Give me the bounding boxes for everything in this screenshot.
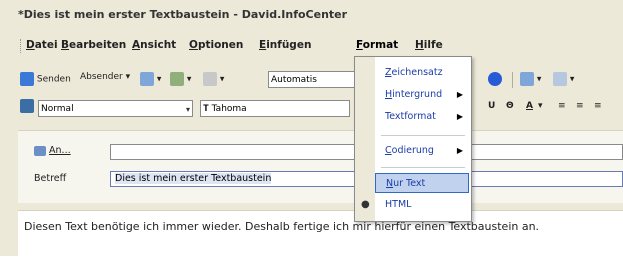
table-button[interactable]: ▾: [553, 72, 574, 86]
style-icon-wrap: [20, 99, 34, 113]
align-right-button[interactable]: ≡: [594, 101, 602, 111]
format-menu-dropdown: Zeichensatz Hintergrund ▶ Textformat ▶ C…: [354, 56, 472, 222]
menu-item-textformat[interactable]: Textformat ▶: [375, 107, 469, 127]
checked-bullet-icon: ●: [361, 199, 370, 210]
style-icon: [20, 99, 34, 113]
menu-item-html[interactable]: HTML: [375, 195, 469, 215]
menu-ansicht[interactable]: Ansicht: [132, 39, 176, 51]
window-title: *Dies ist mein erster Textbaustein - Dav…: [18, 8, 348, 21]
menu-bearbeiten[interactable]: Bearbeiten: [61, 39, 126, 51]
menu-hilfe[interactable]: Hilfe: [415, 39, 443, 51]
chevron-down-icon: ▾: [185, 105, 190, 114]
menu-optionen[interactable]: Optionen: [189, 39, 243, 51]
message-body[interactable]: Diesen Text benötige ich immer wieder. D…: [18, 210, 623, 257]
priority-button[interactable]: ▾: [203, 72, 224, 86]
sender-label: Absender: [80, 72, 123, 82]
attach-icon: [140, 72, 154, 86]
menu-item-label: Zeichensatz: [385, 67, 443, 78]
underline-button[interactable]: U: [488, 101, 495, 111]
menu-item-label: Textformat: [385, 111, 436, 122]
align-center-button[interactable]: ≡: [576, 101, 584, 111]
align-left-button[interactable]: ≡: [558, 101, 566, 111]
toolbar-separator: [512, 72, 513, 88]
spellcheck-icon: [170, 72, 184, 86]
menu-item-label: HTML: [385, 199, 412, 210]
menu-format[interactable]: Format: [356, 39, 398, 51]
font-icon: 𝐓: [203, 104, 212, 114]
menu-einfuegen[interactable]: Einfügen: [259, 39, 311, 51]
send-icon: [20, 72, 34, 86]
sender-button[interactable]: Absender ▾: [80, 72, 130, 82]
format-toolbar: Normal ▾ 𝐓 Tahoma U Θ A ▾ ≡ ≡ ≡: [18, 98, 623, 120]
menu-item-codierung[interactable]: Codierung ▶: [375, 141, 469, 161]
menubar: Datei Bearbeiten Ansicht Optionen Einfüg…: [0, 36, 623, 56]
menu-item-label: Hintergrund: [385, 89, 443, 100]
menu-item-label: Nur Text: [386, 178, 426, 189]
menu-item-zeichensatz[interactable]: Zeichensatz: [375, 63, 469, 83]
help-icon: [488, 72, 502, 86]
help-button[interactable]: [488, 72, 502, 86]
menu-separator: [381, 167, 465, 168]
table-icon: [553, 72, 567, 86]
menu-item-nur-text[interactable]: Nur Text: [375, 173, 469, 193]
strike-button[interactable]: Θ: [506, 101, 514, 111]
auto-select[interactable]: Automatis: [268, 71, 358, 88]
menu-separator: [381, 135, 465, 136]
menu-item-label: Codierung: [385, 145, 434, 156]
menubar-grip: [20, 39, 24, 53]
style-select[interactable]: Normal ▾: [38, 100, 193, 117]
submenu-arrow-icon: ▶: [456, 112, 463, 121]
style-select-value: Normal: [41, 104, 74, 114]
address-book-icon: [34, 145, 46, 156]
font-select[interactable]: 𝐓 Tahoma: [200, 100, 350, 117]
editor-window: *Dies ist mein erster Textbaustein - Dav…: [0, 0, 623, 257]
submenu-arrow-icon: ▶: [456, 146, 463, 155]
attach-button[interactable]: ▾: [140, 72, 161, 86]
menu-datei[interactable]: Datei: [26, 39, 58, 51]
view-icon: [520, 72, 534, 86]
spellcheck-button[interactable]: ▾: [170, 72, 191, 86]
to-button[interactable]: An...: [34, 145, 71, 156]
to-label: An...: [49, 145, 71, 156]
auto-select-value: Automatis: [271, 75, 317, 85]
view-button[interactable]: ▾: [520, 72, 541, 86]
subject-value: Dies ist mein erster Textbaustein: [115, 173, 272, 184]
font-select-value: Tahoma: [211, 104, 247, 114]
menu-item-hintergrund[interactable]: Hintergrund ▶: [375, 85, 469, 105]
submenu-arrow-icon: ▶: [456, 90, 463, 99]
subject-label: Betreff: [34, 173, 67, 184]
send-button[interactable]: Senden: [20, 72, 71, 86]
message-header: An... Betreff Dies ist mein erster Textb…: [18, 130, 623, 203]
main-toolbar: Senden Absender ▾ ▾ ▾ ▾ Automatis ▾ ▾: [18, 69, 623, 91]
font-color-button[interactable]: A: [526, 101, 533, 111]
priority-icon: [203, 72, 217, 86]
menu-gutter: [355, 57, 375, 221]
font-color-dropdown[interactable]: ▾: [538, 101, 543, 111]
send-label: Senden: [36, 74, 71, 85]
